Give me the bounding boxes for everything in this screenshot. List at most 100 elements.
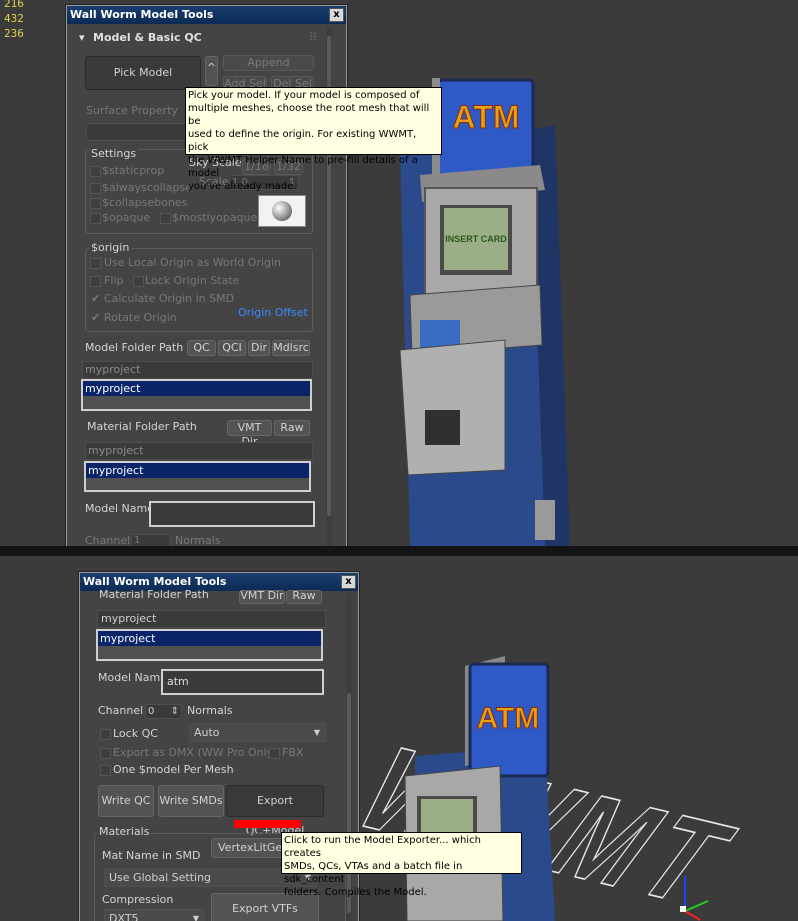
tooltip-line-2: multiple meshes, choose the root mesh th…: [188, 103, 430, 127]
channel-spinner-arrows-icon[interactable]: ⇕: [171, 705, 179, 718]
vmt-dir-button[interactable]: VMT Dir: [227, 420, 272, 448]
mostlyopaque-checkbox[interactable]: [160, 213, 171, 224]
material-folder-path-label-bottom: Material Folder Path: [99, 588, 209, 601]
fbx-checkbox[interactable]: [269, 748, 280, 759]
channel-spinner[interactable]: 1: [131, 534, 171, 546]
pick-model-button[interactable]: Pick Model: [85, 56, 201, 90]
model-name-input-bottom[interactable]: atm: [161, 669, 324, 695]
write-qc-button[interactable]: Write QC: [98, 785, 154, 817]
staticprop-checkbox[interactable]: [90, 166, 101, 177]
lock-origin-state-label: Lock Origin State: [145, 274, 240, 287]
export-tooltip-line-3: folders. Compiles the Model.: [284, 887, 427, 898]
coord-1: 216: [4, 0, 24, 10]
coord-2: 432: [4, 12, 24, 25]
material-folder-path-label: Material Folder Path: [87, 420, 197, 433]
atm-sign-text-bottom: ATM: [477, 702, 540, 735]
channel-spinner-bottom[interactable]: 0 ⇕: [145, 704, 182, 719]
atm-sign-text: ATM: [453, 99, 520, 135]
export-qc-model-button[interactable]: Export QC+Model: [226, 785, 324, 837]
model-folder-field[interactable]: myproject: [82, 361, 313, 379]
sphere-icon: [272, 201, 292, 221]
model-folder-selected-item[interactable]: myproject: [83, 381, 310, 396]
settings-label: Settings: [89, 147, 139, 160]
pick-model-tooltip: Pick your model. If your model is compos…: [185, 87, 442, 192]
chevron-down-icon-3: ▼: [192, 914, 199, 921]
use-local-origin-checkbox[interactable]: [90, 258, 101, 269]
compression-value: DXT5: [109, 912, 139, 921]
export-tooltip-line-1: Click to run the Model Exporter... which…: [284, 835, 481, 859]
tooltip-line-5: you've already made.: [188, 181, 297, 192]
origin-offset-link[interactable]: Origin Offset: [238, 306, 308, 319]
use-global-value: Use Global Setting: [109, 871, 212, 884]
model-name-input[interactable]: [149, 501, 315, 527]
opaque-label: $opaque: [102, 211, 151, 224]
collapsebones-label: $collapsebones: [102, 196, 188, 209]
dir-button[interactable]: Dir: [248, 340, 270, 356]
normals-dropdown[interactable]: Auto ▼: [189, 723, 326, 742]
chevron-down-icon: ▼: [313, 728, 320, 737]
rollout-collapse-icon[interactable]: ▾: [79, 31, 85, 44]
material-folder-list[interactable]: myproject: [84, 461, 311, 492]
alwayscollapse-label: $alwayscollapse: [102, 181, 192, 194]
material-folder-field-bottom[interactable]: myproject: [97, 610, 326, 628]
staticprop-label: $staticprop: [102, 164, 165, 177]
alwayscollapse-checkbox[interactable]: [90, 183, 101, 194]
vmt-dir-button-bottom[interactable]: VMT Dir: [239, 590, 285, 604]
grip-icon[interactable]: ⠿: [309, 31, 317, 44]
flip-checkbox[interactable]: [90, 276, 101, 287]
normals-label: Normals: [175, 534, 221, 546]
channel-value-bottom: 0: [148, 706, 155, 717]
close-button[interactable]: x: [329, 8, 344, 22]
model-folder-list[interactable]: myproject: [81, 379, 312, 411]
surface-property-label: Surface Property: [86, 104, 178, 117]
rollout-title[interactable]: Model & Basic QC: [93, 31, 202, 44]
tooltip-line-4: the WWMT Helper Name to pre-fill details…: [188, 155, 418, 179]
up-arrow-button[interactable]: ^: [205, 56, 218, 86]
close-button-bottom[interactable]: x: [341, 575, 356, 589]
normals-label-bottom: Normals: [187, 704, 233, 717]
raw-button[interactable]: Raw: [274, 420, 310, 436]
atm-card-text: INSERT CARD: [445, 234, 507, 244]
viewport-top[interactable]: 216 432 236 ATM INSERT CARD Wall Worm Mo…: [0, 0, 798, 546]
model-name-label: Model Name: [85, 502, 154, 515]
mdlsrc-button[interactable]: Mdlsrc: [272, 340, 310, 356]
normals-dropdown-value: Auto: [194, 726, 220, 739]
export-progress-bar: [234, 820, 301, 828]
material-folder-selected-item[interactable]: myproject: [86, 463, 309, 478]
export-tooltip: Click to run the Model Exporter... which…: [281, 832, 522, 898]
materials-label: Materials: [97, 825, 152, 838]
material-folder-selected-item-bottom[interactable]: myproject: [98, 631, 321, 646]
mostlyopaque-label: $mostlyopaque: [172, 211, 258, 224]
write-smds-button[interactable]: Write SMDs: [158, 785, 224, 817]
tooltip-line-1: Pick your model. If your model is compos…: [188, 90, 420, 101]
export-tooltip-line-2: SMDs, QCs, VTAs and a batch file in sdk_…: [284, 861, 463, 885]
compression-dropdown[interactable]: DXT5 ▼: [104, 909, 205, 921]
flip-label: Flip: [104, 274, 124, 287]
material-preview-button[interactable]: [258, 195, 306, 227]
rotate-origin-check-icon[interactable]: ✔: [91, 311, 100, 324]
qc-button[interactable]: QC: [187, 340, 216, 356]
one-model-checkbox[interactable]: [100, 765, 111, 776]
lock-qc-label: Lock QC: [113, 727, 158, 740]
append-button[interactable]: Append: [223, 55, 314, 71]
calc-origin-label: Calculate Origin in SMD: [104, 292, 235, 305]
lock-origin-state-checkbox[interactable]: [133, 276, 144, 287]
collapsebones-checkbox[interactable]: [90, 198, 101, 209]
material-folder-list-bottom[interactable]: myproject: [96, 629, 323, 661]
mat-name-smd-label: Mat Name in SMD: [102, 849, 201, 862]
calc-origin-check-icon[interactable]: ✔: [91, 292, 100, 305]
use-local-origin-label: Use Local Origin as World Origin: [104, 256, 282, 269]
lock-qc-checkbox[interactable]: [100, 729, 111, 740]
material-folder-field[interactable]: myproject: [85, 442, 313, 460]
qci-button[interactable]: QCI: [218, 340, 246, 356]
export-dmx-checkbox[interactable]: [100, 748, 111, 759]
one-model-label: One $model Per Mesh: [113, 763, 234, 776]
coord-3: 236: [4, 27, 24, 40]
origin-label: $origin: [89, 241, 132, 254]
compression-label: Compression: [102, 893, 174, 906]
channel-label: Channel: [85, 534, 131, 546]
opaque-checkbox[interactable]: [90, 213, 101, 224]
viewport-separator: [0, 546, 798, 556]
raw-button-bottom[interactable]: Raw: [286, 590, 322, 604]
viewport-bottom[interactable]: WWMT ATM Wall Worm Model Tools x Materia…: [0, 556, 798, 921]
